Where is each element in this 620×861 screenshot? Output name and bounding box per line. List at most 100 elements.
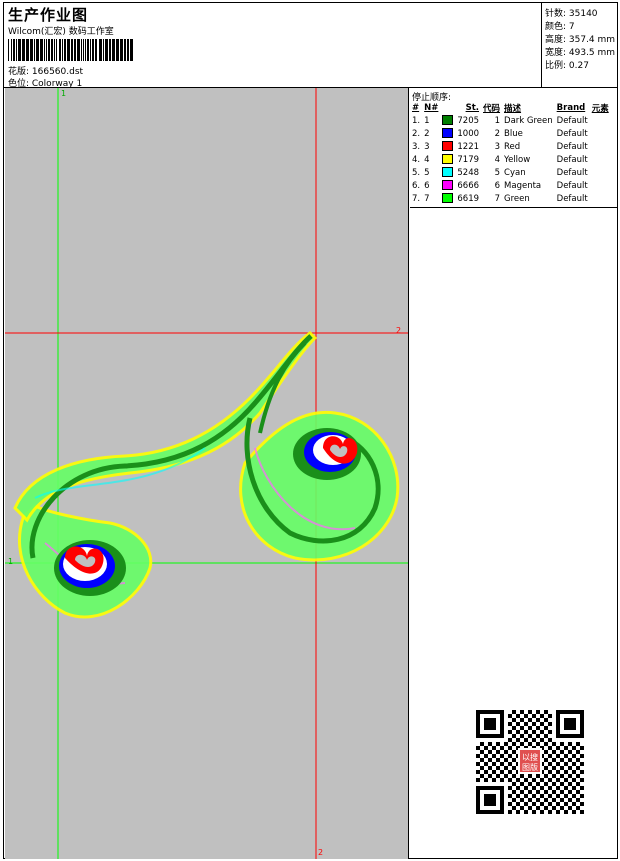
row-element [590, 127, 611, 140]
company-name: Wilcom(汇宏) 数码工作室 [8, 27, 114, 37]
col-desc: 描述 [504, 103, 522, 114]
stop-row: 4. 4 7179 4 Yellow Default [410, 153, 611, 166]
row-stop: 4 [494, 154, 501, 165]
row-swatch [440, 166, 455, 179]
color-swatch [442, 193, 454, 204]
qr-stamp-text-bottom: 图版 [522, 762, 538, 772]
row-desc: Magenta [504, 180, 542, 191]
row-code: 7179 [457, 154, 480, 165]
green-axis-label-left: 1 [8, 557, 14, 566]
color-swatch [442, 154, 454, 165]
row-desc: Dark Green [504, 115, 553, 126]
row-swatch [440, 114, 455, 127]
row-swatch [440, 179, 455, 192]
sheet-header: 生产作业图 Wilcom(汇宏) 数码工作室 花版: 166560.dst 色位… [4, 3, 541, 89]
page-title: 生产作业图 [8, 6, 89, 24]
row-code: 1000 [457, 128, 480, 139]
row-brand: Default [556, 180, 588, 191]
row-swatch [440, 140, 455, 153]
row-stop: 2 [494, 128, 501, 139]
row-desc: Red [504, 141, 521, 152]
qr-stamp-text-top: 以搜 [522, 752, 538, 762]
color-swatch [442, 115, 454, 126]
production-sheet: 生产作业图 Wilcom(汇宏) 数码工作室 花版: 166560.dst 色位… [3, 2, 618, 859]
design-preview-canvas: 1 1 2 2 [5, 88, 409, 859]
red-axis-label-bottom: 2 [318, 848, 324, 857]
row-swatch [440, 192, 455, 205]
row-element [590, 179, 611, 192]
row-swatch [440, 153, 455, 166]
row-number: 1 [424, 115, 430, 126]
row-brand: Default [556, 115, 588, 126]
color-swatch [442, 141, 454, 152]
col-element: 元素 [591, 103, 609, 114]
color-swatch [442, 167, 454, 178]
row-element [590, 140, 611, 153]
row-stop: 1 [494, 115, 501, 126]
row-stop: 5 [494, 167, 501, 178]
stitch-count: 针数: 35140 [545, 9, 598, 19]
row-brand: Default [556, 193, 588, 204]
row-index: 7. [412, 193, 421, 204]
row-desc: Yellow [504, 154, 531, 165]
color-count: 颜色: 7 [545, 22, 575, 32]
color-swatch [442, 128, 454, 139]
row-code: 6619 [457, 193, 480, 204]
row-code: 6666 [457, 180, 480, 191]
stop-row: 2. 2 1000 2 Blue Default [410, 127, 611, 140]
row-number: 5 [424, 167, 430, 178]
design-height: 高度: 357.4 mm [545, 35, 616, 45]
row-brand: Default [556, 128, 588, 139]
row-brand: Default [556, 154, 588, 165]
row-index: 5. [412, 167, 421, 178]
stop-row: 3. 3 1221 3 Red Default [410, 140, 611, 153]
row-desc: Blue [504, 128, 523, 139]
color-swatch [442, 180, 454, 191]
barcode-image [8, 39, 133, 61]
right-feather [239, 341, 400, 562]
row-brand: Default [556, 141, 588, 152]
row-element [590, 192, 611, 205]
row-brand: Default [556, 167, 588, 178]
stop-row: 5. 5 5248 5 Cyan Default [410, 166, 611, 179]
row-index: 1. [412, 115, 421, 126]
row-stop: 7 [494, 193, 501, 204]
row-code: 1221 [457, 141, 480, 152]
row-number: 6 [424, 180, 430, 191]
row-number: 2 [424, 128, 430, 139]
row-index: 2. [412, 128, 421, 139]
row-desc: Green [504, 193, 530, 204]
design-width: 宽度: 493.5 mm [545, 48, 616, 58]
row-desc: Cyan [504, 167, 526, 178]
design-stats-panel: 针数: 35140 颜色: 7 高度: 357.4 mm 宽度: 493.5 m… [541, 3, 618, 88]
qr-code-image: 以搜 图版 [474, 708, 586, 816]
row-element [590, 153, 611, 166]
row-stop: 6 [494, 180, 501, 191]
row-number: 3 [424, 141, 430, 152]
row-swatch [440, 127, 455, 140]
design-scale: 比例: 0.27 [545, 61, 589, 71]
row-number: 7 [424, 193, 430, 204]
col-number: N# [424, 102, 439, 113]
col-index: # [412, 102, 420, 113]
row-index: 3. [412, 141, 421, 152]
row-code: 7205 [457, 115, 480, 126]
stop-row: 6. 6 6666 6 Magenta Default [410, 179, 611, 192]
green-axis-label-top: 1 [61, 89, 67, 98]
row-index: 4. [412, 154, 421, 165]
stop-row: 1. 1 7205 1 Dark Green Default [410, 114, 611, 127]
row-code: 5248 [457, 167, 480, 178]
col-brand: Brand [556, 102, 586, 113]
row-element [590, 114, 611, 127]
red-axis-label-right: 2 [396, 326, 402, 335]
stop-sequence-panel: 停止顺序: # N# St. 代码 描述 Brand 元素 1. 1 7205 1 Da… [410, 88, 618, 208]
stop-row: 7. 7 6619 7 Green Default [410, 192, 611, 205]
embroidery-design [5, 88, 408, 859]
row-element [590, 166, 611, 179]
col-code: 代码 [483, 103, 501, 114]
row-stop: 3 [494, 141, 501, 152]
col-stop: St. [465, 102, 480, 113]
row-index: 6. [412, 180, 421, 191]
row-number: 4 [424, 154, 430, 165]
stop-sequence-table: # N# St. 代码 描述 Brand 元素 1. 1 7205 1 Dark Gre… [410, 101, 611, 205]
